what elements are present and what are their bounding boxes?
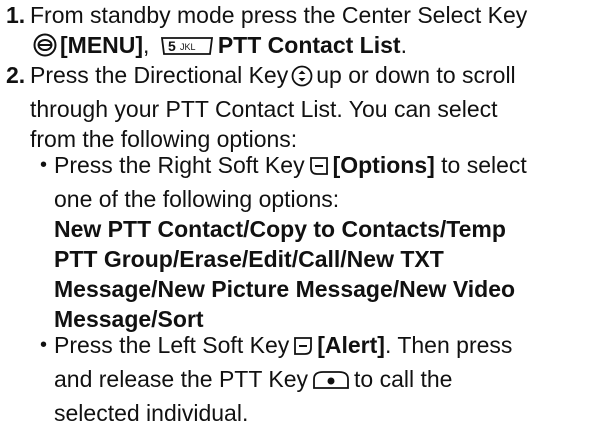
bullet-2-line-1c: . Then press <box>384 332 513 358</box>
ptt-key-icon <box>311 368 351 398</box>
svg-text:5: 5 <box>168 38 176 54</box>
step-2-line-2: through your PTT Contact List. You can s… <box>30 96 498 122</box>
step-2-line-1b: up or down to scroll <box>316 62 516 88</box>
step-2-line-1: Press the Directional Key up or down to s… <box>30 60 585 94</box>
bullet-1-line-1a: Press the Right Soft Key <box>54 152 305 178</box>
bullet-alert-text: Press the Left Soft Key [Alert]. Then pre… <box>54 330 587 428</box>
step-2-number: 2. <box>6 62 26 88</box>
step-2-text: Press the Directional Key up or down to s… <box>30 60 585 154</box>
right-soft-key-icon <box>308 154 330 184</box>
menu-label: [MENU] <box>60 32 144 58</box>
bullet-dot: • <box>40 334 48 356</box>
option-list-line-2: PTT Group/Erase/Edit/Call/New TXT <box>54 246 444 272</box>
bullet-2-line-2b: to call the <box>354 366 453 392</box>
step-1-line-1: From standby mode press the Center Selec… <box>30 2 528 28</box>
period: . <box>400 32 407 58</box>
alert-label: [Alert] <box>317 332 385 358</box>
bullet-1-line-1c: to select <box>441 152 527 178</box>
step-1-text: From standby mode press the Center Selec… <box>30 0 585 64</box>
directional-key-icon <box>291 64 313 94</box>
option-list-line-1: New PTT Contact/Copy to Contacts/Temp <box>54 216 506 242</box>
step-1-line-2: [MENU], 5 JKL PTT Contact List. <box>30 30 585 64</box>
options-label: [Options] <box>332 152 435 178</box>
left-soft-key-icon <box>292 334 314 364</box>
bullet-2-line-2: and release the PTT Key to call the <box>54 364 587 398</box>
bullet-2-line-1: Press the Left Soft Key [Alert]. Then pre… <box>54 330 587 364</box>
bullet-2-line-3: selected individual. <box>54 400 249 426</box>
svg-text:JKL: JKL <box>180 42 196 52</box>
ptt-contact-list-label: PTT Contact List <box>217 32 401 58</box>
bullet-1-line-2: one of the following options: <box>54 186 340 212</box>
option-list-line-3: Message/New Picture Message/New Video <box>54 276 516 302</box>
bullet-2-line-2a: and release the PTT Key <box>54 366 308 392</box>
instructions-document: 1. From standby mode press the Center Se… <box>0 0 591 441</box>
bullet-options-text: Press the Right Soft Key [Options] to sel… <box>54 150 587 334</box>
bullet-2-line-1a: Press the Left Soft Key <box>54 332 290 358</box>
step-2-line-1a: Press the Directional Key <box>30 62 289 88</box>
bullet-dot: • <box>40 154 48 176</box>
step-1-number: 1. <box>6 2 26 28</box>
comma: , <box>143 32 150 58</box>
bullet-1-line-1: Press the Right Soft Key [Options] to sel… <box>54 150 587 184</box>
